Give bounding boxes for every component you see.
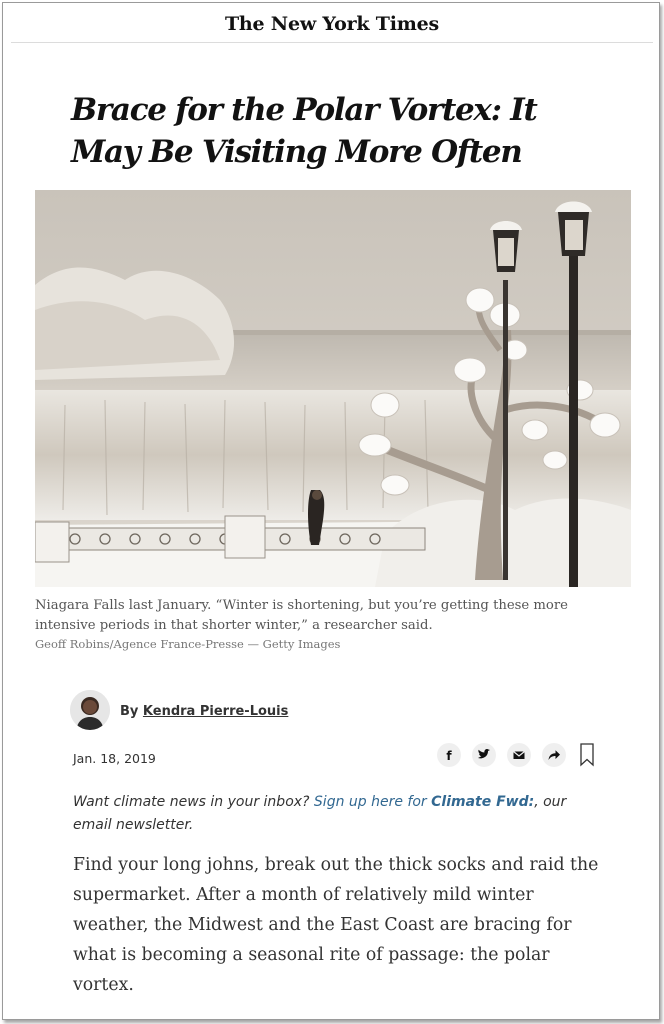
facebook-share-button[interactable]: f: [437, 743, 461, 767]
promo-text: Want climate news in your inbox?: [73, 794, 314, 810]
masthead: The New York Times: [11, 3, 653, 43]
bookmark-icon[interactable]: [580, 743, 594, 767]
article-body-paragraph: Find your long johns, break out the thic…: [73, 855, 599, 995]
photo-credit: Geoff Robins/Agence France-Presse — Gett…: [35, 637, 341, 651]
email-icon: [513, 751, 525, 759]
photo-caption: Niagara Falls last January. “Winter is s…: [35, 598, 568, 633]
author-link[interactable]: Kendra Pierre-Louis: [143, 704, 288, 719]
promo-signup-link[interactable]: Sign up here for: [314, 794, 431, 810]
article-page: The New York Times Brace for the Polar V…: [2, 2, 660, 1020]
newsletter-promo: Want climate news in your inbox? Sign up…: [73, 791, 603, 837]
more-share-button[interactable]: [542, 743, 566, 767]
byline-prefix: By: [120, 704, 139, 719]
byline: By Kendra Pierre-Louis: [120, 704, 288, 719]
author-avatar[interactable]: [70, 690, 110, 730]
twitter-share-button[interactable]: [472, 743, 496, 767]
publish-date: Jan. 18, 2019: [73, 751, 156, 766]
promo-newsletter-name[interactable]: Climate Fwd:: [431, 794, 534, 810]
article-photo: [35, 190, 631, 587]
author-portrait-icon: [70, 690, 110, 730]
facebook-icon: f: [446, 749, 452, 762]
article-headline: Brace for the Polar Vortex: It May Be Vi…: [71, 92, 538, 170]
email-share-button[interactable]: [507, 743, 531, 767]
share-icon: [548, 750, 560, 760]
svg-text:f: f: [446, 749, 452, 762]
nyt-logo[interactable]: The New York Times: [225, 13, 439, 35]
twitter-icon: [478, 749, 490, 759]
